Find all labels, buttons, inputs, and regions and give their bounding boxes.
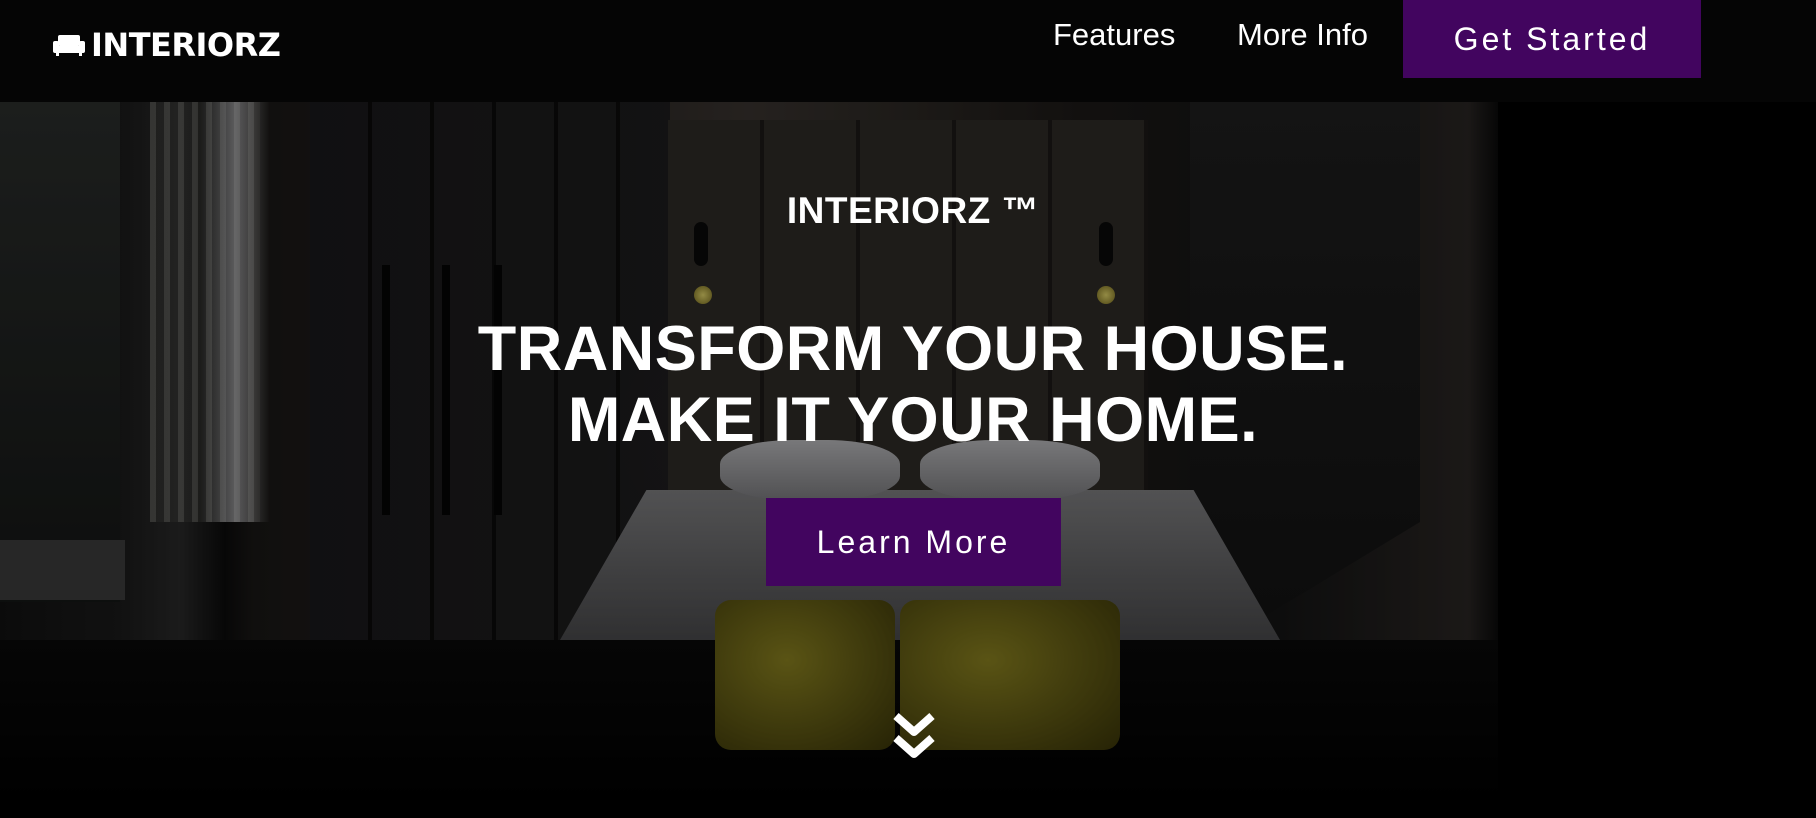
logo-link[interactable]: INTERIORZ xyxy=(53,24,281,66)
headline-line-1: TRANSFORM YOUR HOUSE. xyxy=(477,314,1349,384)
nav-link-more-info[interactable]: More Info xyxy=(1237,16,1368,54)
nav-link-features[interactable]: Features xyxy=(1053,16,1175,54)
hero-headline: TRANSFORM YOUR HOUSE. MAKE IT YOUR HOME. xyxy=(0,314,1816,456)
couch-icon xyxy=(53,35,85,56)
double-chevron-down-icon[interactable] xyxy=(892,710,936,762)
logo-text: INTERIORZ xyxy=(91,26,281,64)
get-started-button[interactable]: Get Started xyxy=(1403,0,1701,78)
brand-tagline: INTERIORZ ™ xyxy=(786,190,1040,231)
site-header: INTERIORZ Features More Info Get Started xyxy=(0,0,1816,102)
headline-line-2: MAKE IT YOUR HOME. xyxy=(567,385,1259,455)
learn-more-button[interactable]: Learn More xyxy=(766,498,1061,586)
